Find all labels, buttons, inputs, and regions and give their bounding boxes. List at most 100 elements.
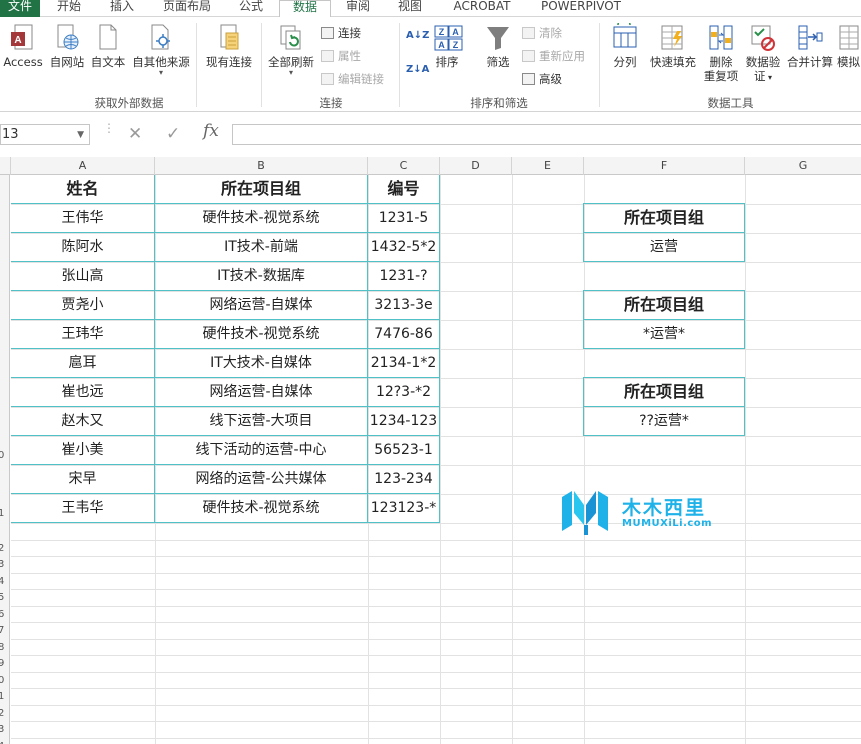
table-cell[interactable]: 网络运营-自媒体	[154, 290, 368, 320]
table-cell[interactable]: 陈阿水	[11, 232, 155, 262]
insert-function-icon[interactable]: fx	[203, 121, 219, 141]
table-header-cell[interactable]: 所在项目组	[154, 175, 368, 204]
table-cell[interactable]: 2134-1*2	[367, 348, 440, 378]
table-cell[interactable]: 1234-123	[367, 406, 440, 436]
table-cell[interactable]: 7476-86	[367, 319, 440, 349]
refresh-all-button[interactable]: 全部刷新 ▾	[264, 23, 318, 77]
table-cell[interactable]: 3213-3e	[367, 290, 440, 320]
row-header[interactable]: 0	[0, 450, 9, 462]
table-cell[interactable]: 张山高	[11, 261, 155, 291]
from-text-button[interactable]: 自文本	[88, 23, 128, 69]
row-header[interactable]: 9	[0, 658, 9, 670]
select-all-corner[interactable]	[0, 157, 11, 175]
tab-insert[interactable]: 插入	[103, 0, 141, 17]
from-other-sources-button[interactable]: 自其他来源 ▾	[130, 23, 192, 77]
table-cell[interactable]: IT技术-数据库	[154, 261, 368, 291]
row-header[interactable]: 5	[0, 592, 9, 604]
column-header-c[interactable]: C	[368, 157, 440, 175]
name-box[interactable]: 13 ▼	[0, 124, 90, 145]
flash-fill-button[interactable]: 快速填充	[648, 23, 698, 69]
tab-powerpivot[interactable]: POWERPIVOT	[534, 0, 628, 17]
criteria-header-cell[interactable]: 所在项目组	[583, 203, 745, 233]
table-cell[interactable]: 赵木又	[11, 406, 155, 436]
formula-input[interactable]	[232, 124, 861, 145]
table-cell[interactable]: 1432-5*2	[367, 232, 440, 262]
row-header[interactable]: 6	[0, 609, 9, 621]
table-cell[interactable]: 王伟华	[11, 203, 155, 233]
criteria-value-cell[interactable]: 运营	[583, 232, 745, 262]
row-header[interactable]: 4	[0, 576, 9, 588]
table-cell[interactable]: 王玮华	[11, 319, 155, 349]
connections-button[interactable]: 连接	[321, 24, 361, 42]
tab-file[interactable]: 文件	[0, 0, 40, 17]
data-validation-button[interactable]: 数据验 证 ▾	[743, 23, 783, 85]
table-cell[interactable]: 网络的运营-公共媒体	[154, 464, 368, 494]
row-header[interactable]: 1	[0, 691, 9, 703]
criteria-header-cell[interactable]: 所在项目组	[583, 377, 745, 407]
from-web-button[interactable]: 自网站	[46, 23, 88, 69]
column-header-f[interactable]: F	[584, 157, 745, 175]
filter-button[interactable]: 筛选	[478, 23, 518, 69]
remove-duplicates-button[interactable]: 删除 重复项	[700, 23, 742, 83]
criteria-value-cell[interactable]: *运营*	[583, 319, 745, 349]
tab-home[interactable]: 开始	[50, 0, 88, 17]
existing-connections-button[interactable]: 现有连接	[202, 23, 256, 69]
table-cell[interactable]: 线下活动的运营-中心	[154, 435, 368, 465]
table-cell[interactable]: IT技术-前端	[154, 232, 368, 262]
table-cell[interactable]: 贾尧小	[11, 290, 155, 320]
row-header[interactable]: 7	[0, 625, 9, 637]
table-cell[interactable]: 硬件技术-视觉系统	[154, 203, 368, 233]
advanced-filter-button[interactable]: 高级	[522, 70, 562, 88]
clear-filter-button[interactable]: 清除	[522, 24, 562, 42]
tab-view[interactable]: 视图	[392, 0, 428, 17]
table-cell[interactable]: 宋早	[11, 464, 155, 494]
worksheet-grid[interactable]: 姓名 所在项目组 编号 王伟华 硬件技术-视觉系统 1231-5 陈阿水 IT技术-前端 143…	[11, 175, 861, 744]
tab-formulas[interactable]: 公式	[232, 0, 270, 17]
tab-review[interactable]: 审阅	[340, 0, 376, 17]
table-cell[interactable]: 王韦华	[11, 493, 155, 523]
table-cell[interactable]: 硬件技术-视觉系统	[154, 493, 368, 523]
table-cell[interactable]: 56523-1	[367, 435, 440, 465]
column-header-g[interactable]: G	[745, 157, 861, 175]
tab-acrobat[interactable]: ACROBAT	[446, 0, 518, 17]
table-cell[interactable]: 崔也远	[11, 377, 155, 407]
table-cell[interactable]: 硬件技术-视觉系统	[154, 319, 368, 349]
tab-data[interactable]: 数据	[279, 0, 331, 18]
table-cell[interactable]: 123123-*	[367, 493, 440, 523]
access-button[interactable]: A Access	[2, 23, 44, 69]
table-cell[interactable]: IT大技术-自媒体	[154, 348, 368, 378]
sort-ascending-icon[interactable]: A↓Z	[406, 27, 429, 45]
consolidate-button[interactable]: 合并计算	[785, 23, 835, 69]
cancel-icon[interactable]: ✕	[128, 123, 142, 145]
table-cell[interactable]: 崔小美	[11, 435, 155, 465]
row-header[interactable]: 3	[0, 559, 9, 571]
edit-links-button[interactable]: 编辑链接	[321, 70, 384, 88]
table-cell[interactable]: 网络运营-自媒体	[154, 377, 368, 407]
column-header-b[interactable]: B	[155, 157, 368, 175]
table-header-cell[interactable]: 编号	[367, 175, 440, 204]
column-header-e[interactable]: E	[512, 157, 584, 175]
what-if-analysis-button[interactable]: 模拟	[836, 23, 861, 69]
table-cell[interactable]: 1231-5	[367, 203, 440, 233]
criteria-header-cell[interactable]: 所在项目组	[583, 290, 745, 320]
row-header[interactable]: 4	[0, 741, 9, 744]
row-header[interactable]: 2	[0, 708, 9, 720]
text-to-columns-button[interactable]: 分列	[604, 18, 646, 69]
sort-descending-icon[interactable]: Z↓A	[406, 61, 429, 79]
column-header-d[interactable]: D	[440, 157, 512, 175]
properties-button[interactable]: 属性	[321, 47, 361, 65]
table-cell[interactable]: 扈耳	[11, 348, 155, 378]
tab-page-layout[interactable]: 页面布局	[155, 0, 219, 17]
column-header-a[interactable]: A	[11, 157, 155, 175]
row-header[interactable]: 0	[0, 675, 9, 687]
sort-button[interactable]: ZAAZ 排序	[428, 23, 466, 69]
row-header[interactable]: 1	[0, 508, 9, 520]
enter-icon[interactable]: ✓	[166, 123, 180, 145]
table-cell[interactable]: 123-234	[367, 464, 440, 494]
chevron-down-icon[interactable]: ▼	[77, 126, 84, 145]
criteria-value-cell[interactable]: ??运营*	[583, 406, 745, 436]
row-header[interactable]: 2	[0, 543, 9, 555]
table-cell[interactable]: 12?3-*2	[367, 377, 440, 407]
reapply-button[interactable]: 重新应用	[522, 47, 585, 65]
table-cell[interactable]: 1231-?	[367, 261, 440, 291]
